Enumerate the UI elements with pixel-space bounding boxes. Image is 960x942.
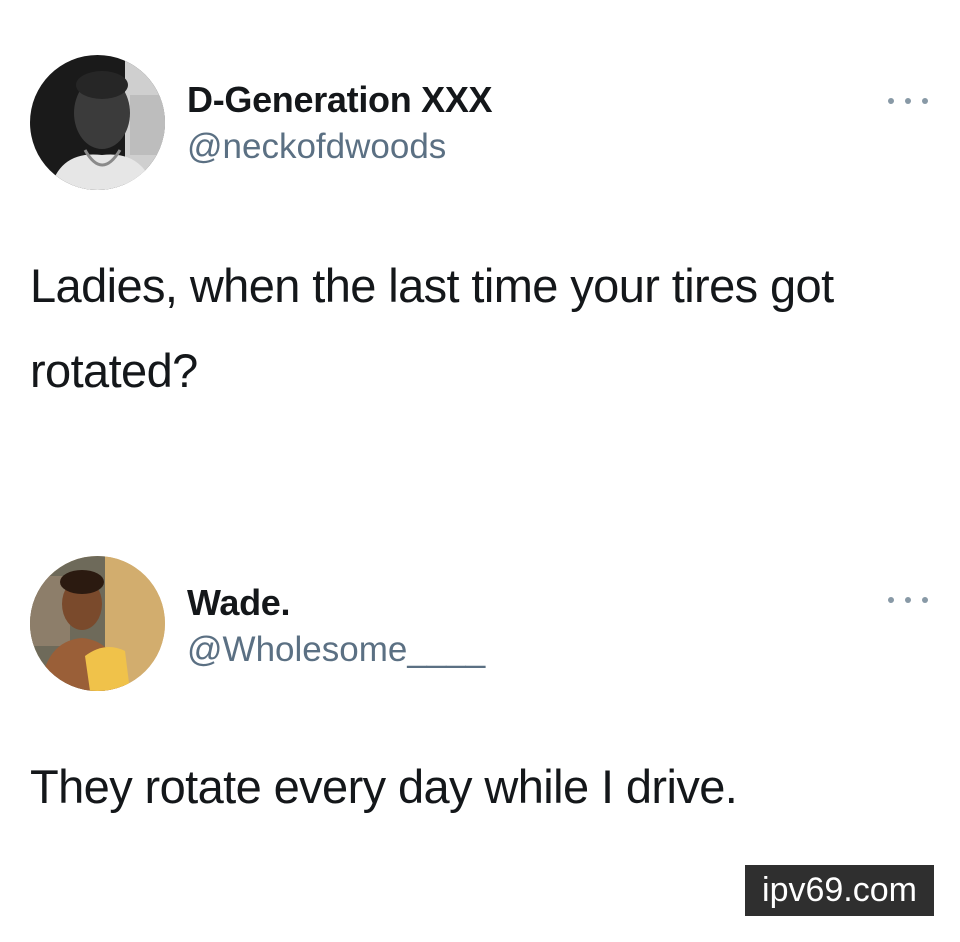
watermark: ipv69.com [745, 865, 934, 916]
more-horizontal-icon-dot [922, 597, 928, 603]
avatar-photo [30, 55, 165, 190]
more-horizontal-icon [888, 98, 894, 104]
more-horizontal-icon [888, 597, 894, 603]
display-name[interactable]: Wade. [187, 582, 290, 624]
more-button[interactable] [888, 91, 928, 111]
avatar[interactable] [30, 55, 165, 190]
more-button[interactable] [888, 590, 928, 610]
more-horizontal-icon-dot [905, 98, 911, 104]
avatar[interactable] [30, 556, 165, 691]
user-handle[interactable]: @Wholesome____ [187, 630, 485, 670]
more-horizontal-icon-dot [905, 597, 911, 603]
tweet-text: Ladies, when the last time your tires go… [30, 259, 834, 397]
more-horizontal-icon-dot [922, 98, 928, 104]
avatar-photo [30, 556, 165, 691]
display-name[interactable]: D-Generation XXX [187, 79, 493, 121]
tweet-text: They rotate every day while I drive. [30, 760, 738, 813]
user-handle[interactable]: @neckofdwoods [187, 127, 446, 167]
